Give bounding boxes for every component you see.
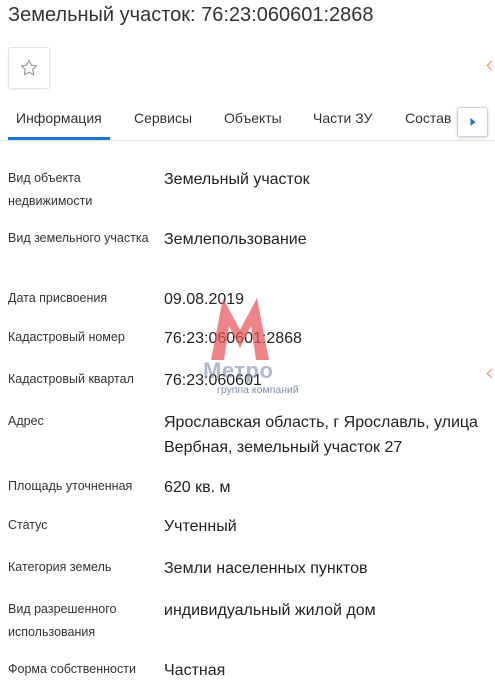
caret-right-icon [470, 118, 475, 126]
field-label: Адрес [8, 414, 44, 428]
field-label: Вид разрешенного использования [8, 602, 117, 639]
favorite-button[interactable] [8, 47, 50, 89]
field-label: Форма собственности [8, 662, 136, 676]
tab-objects[interactable]: Объекты [224, 110, 282, 126]
field-value: 76:23:060601 [164, 372, 262, 389]
tab-bar: Информация Сервисы Объекты Части ЗУ Сост… [0, 100, 495, 141]
edge-marker [486, 368, 495, 379]
tab-composition[interactable]: Состав [405, 110, 451, 126]
page-title: Земельный участок: 76:23:060601:2868 [8, 4, 374, 26]
field-label: Вид объекта недвижимости [8, 171, 93, 208]
field-value: Землепользование [164, 231, 307, 248]
field-label: Вид земельного участка [8, 231, 149, 245]
field-value: 620 кв. м [164, 479, 231, 496]
tab-land-parts[interactable]: Части ЗУ [313, 110, 372, 126]
field-label: Кадастровый квартал [8, 372, 134, 386]
field-label: Площадь уточненная [8, 479, 133, 493]
field-value: Земли населенных пунктов [164, 560, 368, 577]
field-label: Кадастровый номер [8, 330, 125, 344]
field-value: 09.08.2019 [164, 291, 245, 308]
tab-information[interactable]: Информация [8, 110, 110, 140]
field-value: Учтенный [164, 518, 237, 535]
star-outline-icon [20, 59, 38, 76]
field-value: Ярославская область, г Ярославль, улица … [164, 414, 478, 456]
field-label: Дата присвоения [8, 291, 108, 305]
field-value: индивидуальный жилой дом [164, 602, 376, 619]
field-label: Категория земель [8, 560, 112, 574]
field-value: 76:23:060601:2868 [164, 330, 302, 347]
tabs-scroll-right-button[interactable] [457, 107, 488, 137]
tab-services[interactable]: Сервисы [134, 110, 192, 126]
field-label: Статус [8, 518, 48, 532]
field-value: Земельный участок [164, 171, 310, 188]
edge-marker [486, 60, 495, 71]
field-value: Частная [164, 662, 226, 679]
